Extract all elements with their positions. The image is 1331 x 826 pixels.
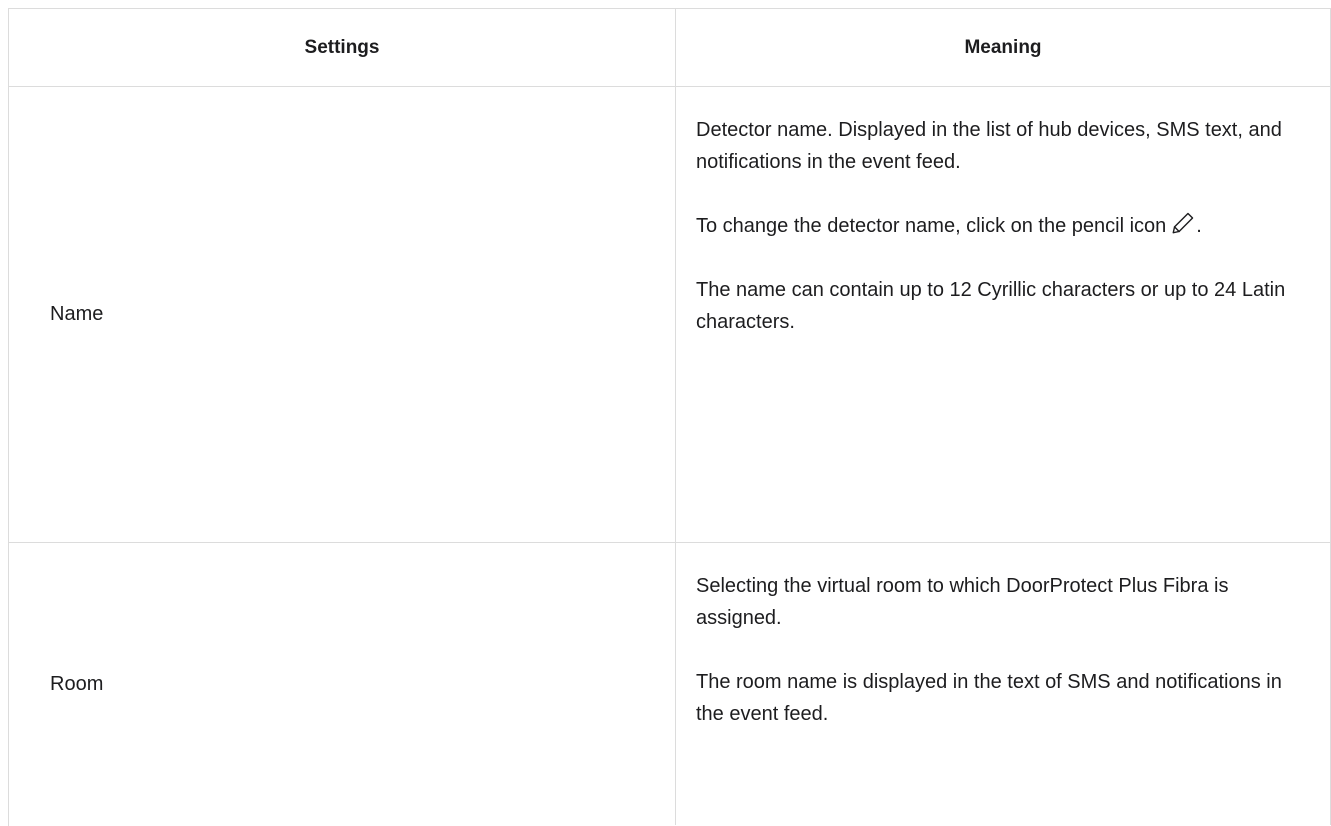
meaning-paragraph: To change the detector name, click on th… <box>696 210 1308 242</box>
table-row: Room Selecting the virtual room to which… <box>9 543 1331 825</box>
header-settings: Settings <box>9 9 676 86</box>
setting-name-meaning: Detector name. Displayed in the list of … <box>676 87 1331 542</box>
pencil-icon <box>1172 212 1194 234</box>
header-meaning: Meaning <box>676 9 1331 86</box>
setting-room-label: Room <box>9 543 676 825</box>
meaning-paragraph: The room name is displayed in the text o… <box>696 671 1282 725</box>
meaning-text: . <box>1196 215 1202 237</box>
meaning-paragraph: Detector name. Displayed in the list of … <box>696 119 1282 173</box>
setting-room-meaning: Selecting the virtual room to which Door… <box>676 543 1331 825</box>
meaning-paragraph: The name can contain up to 12 Cyrillic c… <box>696 279 1286 333</box>
setting-name-label: Name <box>9 87 676 542</box>
settings-table: Settings Meaning Name Detector name. Dis… <box>8 8 1331 826</box>
table-header-row: Settings Meaning <box>9 9 1331 87</box>
meaning-text: To change the detector name, click on th… <box>696 215 1167 237</box>
meaning-paragraph: Selecting the virtual room to which Door… <box>696 575 1229 629</box>
table-row: Name Detector name. Displayed in the lis… <box>9 87 1331 543</box>
